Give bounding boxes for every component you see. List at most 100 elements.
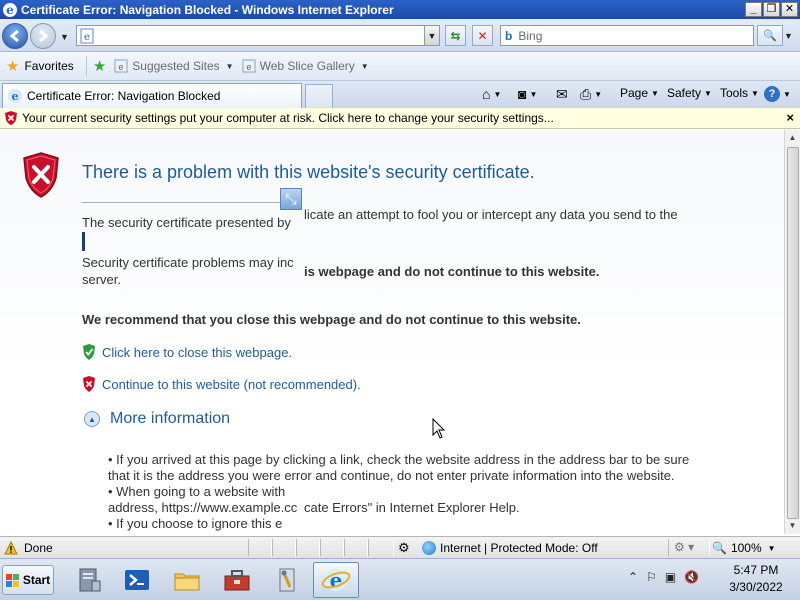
taskbar: Start e ⌃ ⚐ ▣ 🔇 5:47 PM 3/30/2022 — [0, 558, 800, 600]
web-slice-gallery-link[interactable]: e Web Slice Gallery ▼ — [242, 59, 369, 73]
back-arrow-icon — [9, 29, 19, 43]
page-menu[interactable]: Page ▼ — [620, 86, 659, 100]
close-window-button[interactable]: ✕ — [781, 2, 798, 17]
search-input[interactable]: b Bing — [500, 25, 754, 46]
start-label: Start — [22, 573, 51, 587]
powershell-icon — [125, 570, 149, 590]
close-information-bar-icon[interactable]: × — [786, 110, 794, 125]
scroll-down-icon[interactable]: ▼ — [785, 518, 800, 533]
more-information-toggle[interactable]: ▲ More information — [84, 410, 230, 428]
page-content: There is a problem with this website's s… — [0, 130, 784, 534]
recommend-fragment: is webpage and do not continue to this w… — [304, 264, 600, 279]
address-input[interactable]: e — [76, 25, 440, 46]
bing-icon: b — [505, 28, 513, 43]
tools-taskbar-button[interactable] — [264, 562, 310, 598]
suggested-sites-label: Suggested Sites — [132, 59, 220, 73]
forward-button[interactable] — [30, 23, 56, 49]
address-dropdown-button[interactable]: ▼ — [424, 25, 440, 46]
scroll-up-icon[interactable]: ▲ — [785, 130, 800, 145]
web-slice-gallery-label: Web Slice Gallery — [259, 59, 355, 73]
svg-text:e: e — [119, 62, 124, 72]
page-icon: e — [80, 28, 94, 44]
window-title: Certificate Error: Navigation Blocked - … — [21, 2, 394, 17]
start-button[interactable]: Start — [2, 565, 54, 595]
chevron-down-icon: ▼ — [225, 61, 234, 71]
status-done: Done — [4, 541, 53, 555]
folder-icon — [174, 573, 200, 591]
search-options-dropdown-icon[interactable]: ▼ — [784, 31, 793, 41]
favorites-star-icon: ★ — [6, 58, 20, 75]
security-warning-shield-icon — [5, 111, 17, 125]
vertical-scrollbar[interactable]: ▲ ▼ — [784, 130, 800, 534]
help-icon: ? — [764, 86, 780, 102]
list-item-right: cate Errors" in Internet Explorer Help. — [304, 500, 520, 515]
divider — [82, 202, 302, 203]
refresh-icon: ⇆ — [450, 28, 461, 43]
information-bar[interactable]: Your current security settings put your … — [0, 108, 800, 129]
system-tray: ⌃ ⚐ ▣ 🔇 — [628, 570, 699, 584]
globe-icon — [422, 541, 436, 555]
green-shield-check-icon — [83, 344, 95, 360]
clock-time: 5:47 PM — [733, 563, 779, 577]
read-mail-button[interactable]: ✉ — [556, 86, 568, 103]
network-icon[interactable]: ▣ — [665, 570, 676, 584]
minimize-button[interactable]: _ — [745, 2, 762, 17]
help-button[interactable]: ? ▼ — [764, 86, 791, 102]
address-toolbar: ▼ e ▼ ⇆ ✕ b Bing 🔍 ▼ — [0, 19, 800, 52]
close-webpage-link[interactable]: Click here to close this webpage. — [82, 344, 292, 360]
explorer-taskbar-button[interactable] — [164, 562, 210, 598]
feeds-button[interactable]: ◙ ▼ — [518, 86, 537, 102]
internet-explorer-icon: e — [321, 568, 351, 592]
chevron-down-icon: ▼ — [704, 88, 712, 98]
zoom-control[interactable]: 🔍 100% ▼ — [712, 541, 776, 555]
ie-page-icon: e — [242, 59, 256, 73]
list-item: address, https://www.example.cc cate Erro… — [108, 500, 748, 516]
continue-label: Continue to this website (not recommende… — [102, 376, 361, 392]
stop-icon: ✕ — [477, 28, 488, 43]
toolbox-taskbar-button[interactable] — [214, 562, 260, 598]
chevron-down-icon: ▼ — [529, 89, 538, 99]
page-menu-label: Page — [620, 86, 649, 100]
back-button[interactable] — [2, 23, 28, 49]
show-hidden-icons-icon[interactable]: ⌃ — [628, 570, 638, 584]
security-zone[interactable]: Internet | Protected Mode: Off — [396, 541, 598, 555]
internet-explorer-taskbar-button[interactable]: e — [313, 562, 359, 598]
print-button[interactable]: ⎙ ▼ — [580, 86, 602, 103]
continue-to-website-link[interactable]: Continue to this website (not recommende… — [82, 376, 361, 392]
powershell-taskbar-button[interactable] — [114, 562, 160, 598]
maximize-button[interactable]: ❐ — [763, 2, 780, 17]
safety-menu[interactable]: Safety ▼ — [667, 86, 712, 100]
suggested-sites-link[interactable]: e Suggested Sites ▼ — [114, 59, 234, 73]
svg-text:e: e — [84, 32, 90, 43]
ie-page-icon: e — [114, 59, 128, 73]
tab-certificate-error[interactable]: e Certificate Error: Navigation Blocked — [2, 83, 302, 108]
scroll-thumb[interactable] — [787, 147, 799, 519]
refresh-button[interactable]: ⇆ — [445, 25, 466, 46]
system-clock[interactable]: 5:47 PM 3/30/2022 — [718, 562, 794, 596]
home-icon: ⌂ — [482, 86, 491, 102]
toolbox-icon — [224, 570, 250, 591]
forward-arrow-icon — [39, 29, 49, 43]
search-button[interactable]: 🔍 — [757, 25, 783, 46]
volume-muted-icon[interactable]: 🔇 — [684, 570, 699, 584]
list-item-left: address, https://www.example.cc — [108, 500, 298, 515]
action-center-flag-icon[interactable]: ⚐ — [646, 570, 657, 584]
resize-overlay-icon: ⤡ — [280, 188, 302, 210]
new-tab-button[interactable] — [305, 84, 333, 108]
server-manager-icon — [79, 568, 101, 592]
server-manager-taskbar-button[interactable] — [66, 562, 112, 598]
favorites-button[interactable]: ★ Favorites — [4, 55, 80, 77]
rss-feed-icon: ◙ — [518, 86, 527, 102]
security-zone-label: Internet | Protected Mode: Off — [440, 541, 598, 555]
recent-pages-dropdown-icon[interactable]: ▼ — [60, 32, 69, 42]
stop-button[interactable]: ✕ — [472, 25, 493, 46]
certificate-error-shield-icon — [23, 152, 59, 198]
home-button[interactable]: ⌂ ▼ — [482, 86, 501, 102]
add-to-favorites-bar-icon[interactable]: ★ — [93, 57, 106, 75]
svg-text:e: e — [12, 90, 19, 103]
search-icon: 🔍 — [763, 30, 777, 42]
zoom-icon: 🔍 — [712, 541, 727, 555]
paragraph-text-right: licate an attempt to fool you or interce… — [304, 207, 678, 222]
tools-menu[interactable]: Tools ▼ — [720, 86, 759, 100]
compatibility-icon[interactable]: ⚙ ▾ — [674, 540, 694, 554]
